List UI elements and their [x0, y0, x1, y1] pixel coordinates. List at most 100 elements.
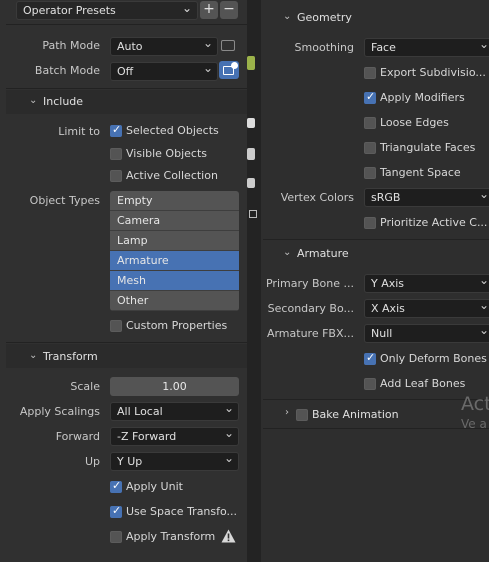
selected-objects-checkbox[interactable]	[110, 123, 122, 137]
apply-modifiers-checkbox[interactable]	[364, 90, 376, 104]
hand-icon	[247, 148, 255, 160]
secondary-bone-axis-value: X Axis	[371, 302, 405, 315]
chevron-right-icon: ›	[285, 407, 289, 418]
tangent-space-label: Tangent Space	[380, 166, 461, 179]
secondary-bone-axis-dropdown[interactable]: X Axis	[364, 297, 489, 318]
activation-watermark-line1: Act	[461, 393, 489, 415]
geometry-header-label: Geometry	[297, 11, 352, 24]
camera-icon	[247, 178, 255, 188]
up-label: Up	[84, 455, 100, 468]
primary-bone-axis-dropdown[interactable]: Y Axis	[364, 272, 489, 293]
apply-unit-label: Apply Unit	[126, 480, 183, 493]
chevron-down-icon: ⌄	[181, 1, 192, 15]
object-types-label: Object Types	[29, 194, 100, 207]
active-collection-checkbox[interactable]	[110, 170, 122, 182]
add-leaf-bones-label: Add Leaf Bones	[380, 377, 466, 390]
smoothing-dropdown[interactable]: Face	[364, 36, 489, 57]
panel-gutter	[247, 0, 261, 562]
warning-icon	[221, 529, 236, 546]
transform-header-label: Transform	[43, 350, 98, 363]
apply-transform-label: Apply Transform	[126, 530, 216, 543]
object-type-lamp[interactable]: Lamp	[110, 231, 239, 251]
armature-fbx-node-type-dropdown[interactable]: Null	[364, 322, 489, 343]
export-subdivision-label: Export Subdivisio...	[380, 66, 486, 79]
active-collection-label: Active Collection	[126, 169, 218, 182]
bake-animation-header-label: Bake Animation	[312, 408, 399, 421]
custom-properties-checkbox[interactable]	[110, 320, 122, 332]
scale-label: Scale	[70, 380, 100, 393]
divider	[263, 399, 489, 400]
operator-presets-label: Operator Presets	[23, 4, 116, 17]
divider	[263, 428, 489, 429]
add-icon	[247, 118, 255, 128]
apply-transform-checkbox[interactable]	[110, 531, 122, 543]
include-section-header[interactable]: ⌄ Include	[6, 90, 247, 114]
include-header-label: Include	[43, 95, 84, 108]
armature-section-header[interactable]: ⌄ Armature	[263, 242, 489, 266]
scale-slider[interactable]: 1.00	[110, 377, 239, 396]
only-deform-bones-label: Only Deform Bones	[380, 352, 487, 365]
apply-scalings-dropdown[interactable]: All Local	[110, 400, 239, 421]
vertex-colors-dropdown[interactable]: sRGB	[364, 186, 489, 207]
object-type-armature[interactable]: Armature	[110, 251, 239, 271]
divider	[6, 342, 247, 343]
loose-edges-label: Loose Edges	[380, 116, 449, 129]
vertex-colors-value: sRGB	[371, 191, 401, 204]
activation-watermark-line2: Ve a	[461, 417, 487, 431]
add-preset-button[interactable]: +	[200, 1, 218, 19]
secondary-bone-axis-label: Secondary Bo...	[267, 302, 354, 315]
up-value: Y Up	[117, 455, 143, 468]
path-mode-value: Auto	[117, 40, 143, 53]
chevron-down-icon: ⌄	[283, 11, 292, 22]
loose-edges-checkbox[interactable]	[364, 117, 376, 129]
triangulate-faces-checkbox[interactable]	[364, 142, 376, 154]
apply-modifiers-label: Apply Modifiers	[380, 91, 465, 104]
visible-objects-checkbox[interactable]	[110, 148, 122, 160]
batch-mode-value: Off	[117, 65, 134, 78]
tangent-space-checkbox[interactable]	[364, 167, 376, 179]
forward-label: Forward	[55, 430, 100, 443]
object-type-camera[interactable]: Camera	[110, 211, 239, 231]
geometry-section-header[interactable]: ⌄ Geometry	[263, 6, 489, 30]
forward-value: -Z Forward	[117, 430, 177, 443]
armature-fbx-node-type-label: Armature FBX...	[266, 327, 354, 340]
up-dropdown[interactable]: Y Up	[110, 450, 239, 471]
batch-mode-dropdown[interactable]: Off	[110, 60, 218, 81]
export-subdivision-checkbox[interactable]	[364, 67, 376, 79]
primary-bone-axis-value: Y Axis	[371, 277, 405, 290]
object-type-mesh[interactable]: Mesh	[110, 271, 239, 291]
bake-animation-checkbox[interactable]	[296, 409, 308, 421]
triangulate-faces-label: Triangulate Faces	[380, 141, 476, 154]
use-space-transform-checkbox[interactable]	[110, 504, 122, 518]
only-deform-bones-checkbox[interactable]	[364, 351, 376, 365]
forward-dropdown[interactable]: -Z Forward	[110, 425, 239, 446]
prioritize-active-checkbox[interactable]	[364, 217, 376, 229]
object-type-other[interactable]: Other	[110, 291, 239, 311]
chevron-down-icon: ⌄	[283, 247, 292, 258]
selected-objects-label: Selected Objects	[126, 124, 219, 137]
apply-scalings-label: Apply Scalings	[19, 405, 100, 418]
object-types-list: Empty Camera Lamp Armature Mesh Other	[110, 191, 239, 311]
apply-unit-checkbox[interactable]	[110, 479, 122, 493]
primary-bone-axis-label: Primary Bone ...	[265, 277, 354, 290]
remove-preset-button[interactable]: −	[220, 1, 238, 19]
embed-textures-icon[interactable]	[221, 40, 235, 51]
vertex-colors-label: Vertex Colors	[280, 191, 354, 204]
visible-objects-label: Visible Objects	[126, 147, 207, 160]
object-type-empty[interactable]: Empty	[110, 191, 239, 211]
armature-fbx-node-type-value: Null	[371, 327, 393, 340]
transform-section-header[interactable]: ⌄ Transform	[6, 344, 247, 368]
chevron-down-icon: ⌄	[29, 350, 38, 361]
path-mode-label: Path Mode	[42, 39, 100, 52]
custom-properties-label: Custom Properties	[126, 319, 228, 332]
path-mode-dropdown[interactable]: Auto	[110, 35, 218, 56]
divider	[6, 24, 247, 25]
smoothing-value: Face	[371, 41, 396, 54]
operator-presets-dropdown[interactable]: Operator Presets ⌄	[16, 1, 198, 20]
batch-own-dir-icon[interactable]	[219, 61, 239, 79]
green-tab-icon	[247, 56, 255, 70]
add-leaf-bones-checkbox[interactable]	[364, 378, 376, 390]
prioritize-active-label: Prioritize Active C...	[380, 216, 488, 229]
bake-animation-section-header[interactable]: › Bake Animation	[263, 403, 489, 427]
apply-scalings-value: All Local	[117, 405, 163, 418]
